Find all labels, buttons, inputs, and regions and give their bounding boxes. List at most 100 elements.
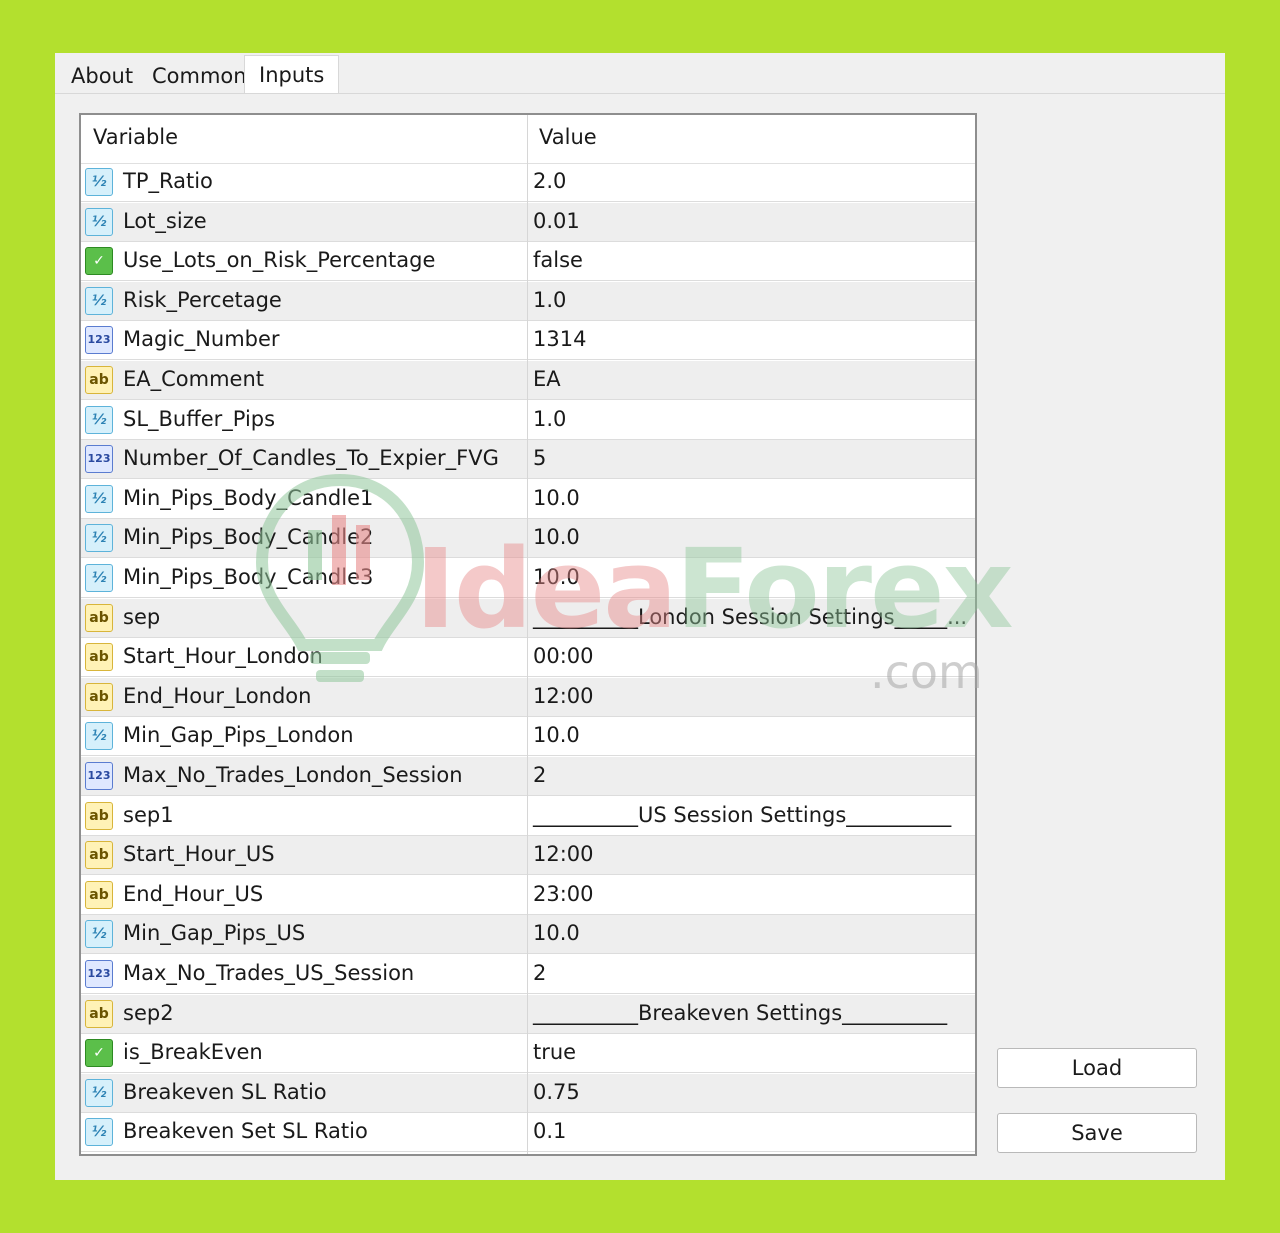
variable-name: Min_Gap_Pips_London <box>123 723 354 748</box>
column-divider[interactable] <box>527 115 528 1154</box>
load-button[interactable]: Load <box>997 1048 1197 1088</box>
table-row[interactable]: ab sep __________London Session Settings__… <box>81 598 975 638</box>
variable-value[interactable]: true <box>533 1040 576 1064</box>
variable-value[interactable]: 0.01 <box>533 209 580 233</box>
table-row[interactable]: ✓ is_BreakEven true <box>81 1034 975 1074</box>
table-row[interactable]: 123 Magic_Number 1314 <box>81 321 975 361</box>
variable-value[interactable]: 10.0 <box>533 486 580 510</box>
real-icon: ½ <box>85 286 113 315</box>
table-row[interactable]: ½ Breakeven Set SL Ratio 0.1 <box>81 1113 975 1153</box>
variable-value[interactable]: 1.0 <box>533 288 566 312</box>
string-icon: ab <box>85 841 113 870</box>
variable-value[interactable]: __________Breakeven Settings__________ <box>533 1001 947 1025</box>
inputs-table: Variable Value ½ TP_Ratio 2.0 ½ Lot_size 0.01… <box>79 113 977 1156</box>
variable-name: End_Hour_US <box>123 881 264 906</box>
save-button[interactable]: Save <box>997 1113 1197 1153</box>
variable-name: Max_No_Trades_US_Session <box>123 961 415 985</box>
variable-name: Min_Pips_Body_Candle2 <box>123 525 374 550</box>
variable-value[interactable]: __________US Session Settings__________ <box>533 803 951 827</box>
table-row[interactable]: 123 Number_Of_Candles_To_Expier_FVG 5 <box>81 440 975 480</box>
variable-name: Number_Of_Candles_To_Expier_FVG <box>123 446 499 471</box>
string-icon: ab <box>85 999 113 1028</box>
variable-name: EA_Comment <box>123 367 265 391</box>
variable-value[interactable]: 0.1 <box>533 1119 566 1143</box>
variable-value[interactable]: 10.0 <box>533 565 580 589</box>
real-icon: ½ <box>85 484 113 513</box>
variable-value[interactable]: 10.0 <box>533 921 580 945</box>
real-icon: ½ <box>85 722 113 751</box>
table-row[interactable]: ab sep2 __________Breakeven Settings______… <box>81 994 975 1034</box>
table-row[interactable]: ab Start_Hour_London 00:00 <box>81 638 975 678</box>
tab-divider <box>55 93 1225 94</box>
variable-value[interactable]: false <box>533 248 583 272</box>
table-row[interactable]: ½ Lot_size 0.01 <box>81 202 975 242</box>
variable-name: Start_Hour_London <box>123 644 323 669</box>
real-icon: ½ <box>85 524 113 553</box>
variable-value[interactable]: EA <box>533 367 561 391</box>
real-icon: ½ <box>85 564 113 592</box>
table-header: Variable Value <box>81 115 975 164</box>
variable-name: Start_Hour_US <box>123 842 275 867</box>
tab-common[interactable]: Common <box>152 61 247 91</box>
string-icon: ab <box>85 801 113 830</box>
table-row[interactable]: ab End_Hour_London 12:00 <box>81 677 975 717</box>
bool-icon: ✓ <box>85 247 113 276</box>
real-icon: ½ <box>85 168 113 196</box>
table-row[interactable]: ✓ Use_Lots_on_Risk_Percentage false <box>81 242 975 282</box>
variable-value[interactable]: 10.0 <box>533 723 580 747</box>
variable-name: is_BreakEven <box>123 1040 263 1065</box>
table-row[interactable]: 123 Max_No_Trades_London_Session 2 <box>81 757 975 796</box>
variable-value[interactable]: 10.0 <box>533 525 580 549</box>
variable-name: Max_No_Trades_London_Session <box>123 763 463 787</box>
table-row[interactable]: ½ TP_Ratio 2.0 <box>81 163 975 202</box>
variable-value[interactable]: 1.0 <box>533 407 566 431</box>
table-row[interactable]: ½ Breakeven SL Ratio 0.75 <box>81 1073 975 1113</box>
variable-value[interactable]: 2 <box>533 961 546 985</box>
variable-value[interactable]: 00:00 <box>533 644 594 668</box>
table-row[interactable]: ½ Min_Pips_Body_Candle2 10.0 <box>81 519 975 559</box>
table-row[interactable]: ab End_Hour_US 23:00 <box>81 876 975 915</box>
variable-value[interactable]: 12:00 <box>533 842 594 866</box>
real-icon: ½ <box>85 1118 113 1147</box>
variable-value[interactable]: 23:00 <box>533 882 594 906</box>
table-row[interactable]: ab Start_Hour_US 12:00 <box>81 836 975 876</box>
variable-value[interactable]: 12:00 <box>533 684 594 708</box>
variable-value[interactable]: 1314 <box>533 327 586 351</box>
variable-value[interactable]: __________London Session Settings_____..… <box>533 605 967 629</box>
tab-about[interactable]: About <box>71 61 133 91</box>
table-row[interactable]: ½ Min_Gap_Pips_US 10.0 <box>81 915 975 955</box>
dialog-panel: About Common Inputs Variable Value ½ TP_R… <box>55 53 1225 1180</box>
variable-value[interactable]: 0.75 <box>533 1080 580 1104</box>
real-icon: ½ <box>85 207 113 236</box>
variable-name: Min_Pips_Body_Candle1 <box>123 485 374 510</box>
variable-name: Risk_Percetage <box>123 287 282 312</box>
table-row[interactable]: ½ Risk_Percetage 1.0 <box>81 281 975 321</box>
tab-inputs[interactable]: Inputs <box>244 55 340 94</box>
string-icon: ab <box>85 880 113 909</box>
string-icon: ab <box>85 603 113 632</box>
variable-value[interactable]: 2.0 <box>533 169 566 193</box>
variable-value[interactable]: 2 <box>533 763 546 787</box>
variable-name: sep2 <box>123 1000 174 1025</box>
variable-name: Magic_Number <box>123 327 280 352</box>
table-row[interactable]: 123 Max_No_Trades_US_Session 2 <box>81 955 975 994</box>
table-row[interactable]: ½ Min_Gap_Pips_London 10.0 <box>81 717 975 757</box>
int-icon: 123 <box>85 762 113 790</box>
variable-name: End_Hour_London <box>123 683 312 708</box>
real-icon: ½ <box>85 405 113 434</box>
table-row[interactable]: ½ Min_Pips_Body_Candle3 10.0 <box>81 559 975 598</box>
variable-name: sep1 <box>123 802 174 827</box>
variable-name: Breakeven Set SL Ratio <box>123 1119 368 1144</box>
string-icon: ab <box>85 643 113 672</box>
column-header-value[interactable]: Value <box>539 125 597 149</box>
int-icon: 123 <box>85 326 113 355</box>
variable-name: Use_Lots_on_Risk_Percentage <box>123 248 436 273</box>
table-row[interactable]: ½ SL_Buffer_Pips 1.0 <box>81 401 975 440</box>
variable-name: Breakeven SL Ratio <box>123 1079 327 1104</box>
column-header-variable[interactable]: Variable <box>93 125 178 149</box>
table-row[interactable]: ½ Min_Pips_Body_Candle1 10.0 <box>81 480 975 519</box>
int-icon: 123 <box>85 960 113 988</box>
variable-value[interactable]: 5 <box>533 446 546 470</box>
table-row[interactable]: ab EA_Comment EA <box>81 361 975 400</box>
table-row[interactable]: ab sep1 __________US Session Settings_____… <box>81 797 975 836</box>
